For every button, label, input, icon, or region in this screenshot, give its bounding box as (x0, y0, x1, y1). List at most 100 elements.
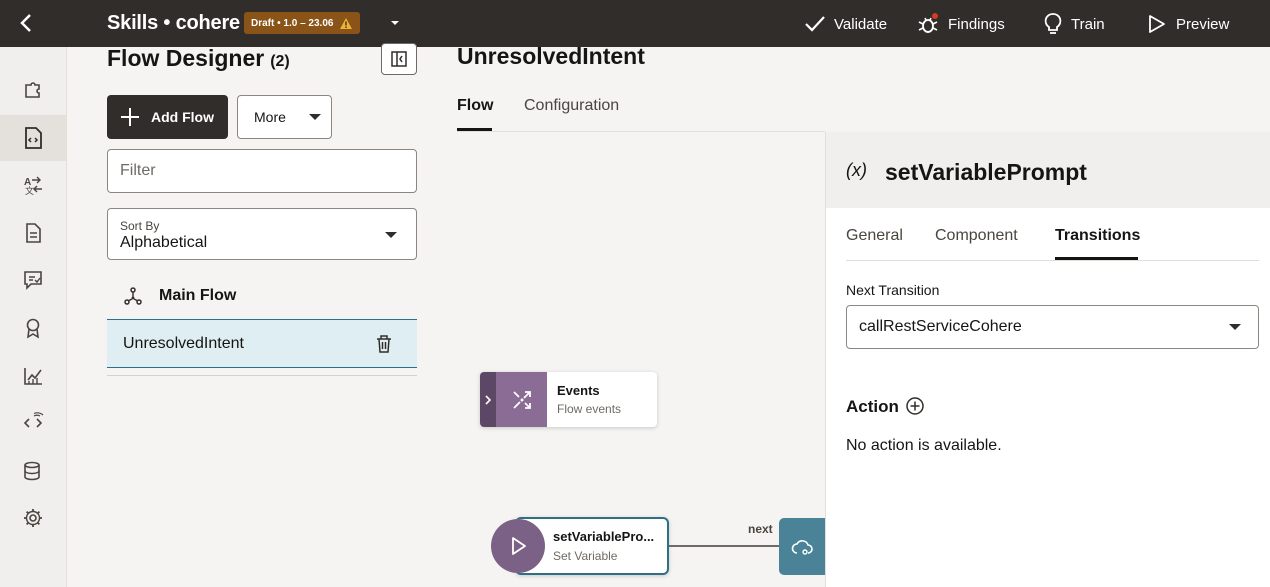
app-title: Skills • cohere (107, 12, 240, 34)
more-menu-button[interactable]: More (237, 95, 332, 139)
flow-list-item-label: UnresolvedIntent (123, 334, 244, 352)
events-node-title: Events (557, 383, 600, 398)
rail-item-resource-bundles[interactable] (0, 210, 66, 256)
expand-handle[interactable] (480, 372, 496, 427)
events-node[interactable]: Events Flow events (480, 372, 657, 427)
validate-label: Validate (834, 15, 888, 33)
version-badge-label: Draft • 1.0 – 23.06 (251, 17, 334, 29)
properties-active-tab-indicator (1055, 257, 1138, 260)
sort-by-select[interactable]: Sort By Alphabetical (107, 208, 417, 260)
top-bar: Skills • cohere Draft • 1.0 – 23.06 Vali… (0, 0, 1270, 47)
next-transition-select[interactable]: callRestServiceCohere (846, 305, 1259, 349)
panel-collapse-icon (391, 51, 407, 67)
flow-designer-title-text: Flow Designer (107, 45, 265, 71)
flow-designer-panel: Flow Designer (2) Add Flow More Sort By A… (67, 43, 437, 587)
next-transition-value: callRestServiceCohere (859, 318, 1022, 335)
rail-item-insights[interactable] (0, 305, 66, 351)
caret-down-icon (1229, 324, 1241, 330)
trash-icon[interactable] (375, 334, 393, 354)
more-label: More (254, 109, 286, 125)
no-action-message: No action is available. (846, 437, 1002, 454)
rail-item-intents[interactable] (0, 67, 66, 113)
play-icon (512, 537, 526, 555)
rest-service-node[interactable] (779, 518, 825, 575)
flow-count: (2) (270, 53, 290, 70)
add-flow-button[interactable]: Add Flow (107, 95, 228, 139)
add-action-button[interactable] (905, 396, 925, 421)
train-label: Train (1071, 15, 1105, 33)
version-dropdown[interactable] (386, 14, 404, 32)
set-variable-node-subtitle: Set Variable (553, 549, 618, 563)
findings-button[interactable]: Findings (916, 10, 1005, 38)
flow-tree-icon (124, 287, 142, 305)
transition-connector[interactable] (669, 545, 779, 547)
caret-down-icon (385, 232, 397, 238)
flow-title: UnresolvedIntent (457, 43, 645, 69)
add-flow-label: Add Flow (151, 109, 214, 125)
tab-transitions[interactable]: Transitions (1055, 227, 1140, 245)
caret-down-icon (308, 114, 321, 120)
start-node-marker (491, 519, 545, 573)
gear-icon (24, 509, 42, 527)
chevron-right-icon (485, 394, 492, 405)
chat-check-icon (24, 271, 42, 290)
rail-item-analytics[interactable] (0, 353, 66, 399)
cloud-gear-icon (791, 539, 813, 555)
svg-text:文: 文 (25, 185, 34, 196)
variable-icon: (x) (846, 160, 867, 180)
warning-icon (340, 17, 353, 29)
flow-designer-title: Flow Designer (2) (107, 47, 290, 73)
next-transition-label: Next Transition (846, 282, 940, 298)
preview-button[interactable]: Preview (1146, 10, 1229, 38)
translate-icon: A文 (24, 176, 42, 196)
rail-item-translation[interactable]: A文 (0, 162, 66, 208)
document-icon (26, 223, 41, 243)
version-status-badge: Draft • 1.0 – 23.06 (244, 12, 361, 34)
filter-input[interactable] (107, 149, 417, 193)
set-variable-node-title: setVariablePro... (553, 529, 655, 544)
tab-component[interactable]: Component (935, 227, 1018, 245)
validate-button[interactable]: Validate (804, 10, 887, 38)
tabs-divider (457, 131, 825, 132)
rail-item-settings[interactable] (0, 495, 66, 541)
award-icon (26, 318, 40, 339)
plus-icon (121, 108, 139, 126)
main-flow-label: Main Flow (159, 287, 237, 304)
properties-tabs-divider (846, 260, 1259, 261)
tab-general[interactable]: General (846, 227, 903, 245)
play-icon (1149, 15, 1165, 33)
tab-configuration[interactable]: Configuration (524, 97, 619, 115)
checkmark-icon (805, 16, 825, 32)
lightbulb-icon (1044, 13, 1062, 34)
main-flow-item[interactable]: Main Flow (107, 273, 417, 319)
puzzle-icon (25, 82, 40, 98)
tab-flow[interactable]: Flow (457, 97, 493, 115)
api-icon (23, 412, 44, 428)
connector-label: next (748, 522, 773, 536)
flow-list-item-unresolvedintent[interactable]: UnresolvedIntent (107, 319, 417, 368)
findings-label: Findings (948, 15, 1005, 33)
bug-icon (918, 13, 938, 33)
action-heading: Action (846, 397, 899, 416)
flow-document-icon (25, 127, 42, 149)
events-node-subtitle: Flow events (557, 402, 622, 416)
events-icon (512, 390, 531, 409)
sort-by-value: Alphabetical (120, 234, 208, 251)
caret-down-icon (391, 21, 399, 25)
navigation-rail: A文 (0, 47, 67, 587)
list-divider (107, 375, 417, 376)
collapse-panel-button[interactable] (381, 43, 417, 75)
rail-item-quality[interactable] (0, 257, 66, 303)
sort-by-label: Sort By (120, 219, 160, 233)
events-node-icon-tile (496, 372, 547, 427)
properties-header: (x) setVariablePrompt (826, 132, 1270, 208)
chart-icon (24, 368, 42, 385)
rail-item-flows[interactable] (0, 115, 66, 161)
add-circle-icon (906, 397, 924, 415)
preview-label: Preview (1176, 15, 1230, 33)
rail-item-api-services[interactable] (0, 400, 66, 446)
train-button[interactable]: Train (1043, 10, 1105, 38)
properties-title: setVariablePrompt (885, 159, 1087, 185)
back-button[interactable] (14, 10, 40, 36)
rail-item-entities-data[interactable] (0, 448, 66, 494)
